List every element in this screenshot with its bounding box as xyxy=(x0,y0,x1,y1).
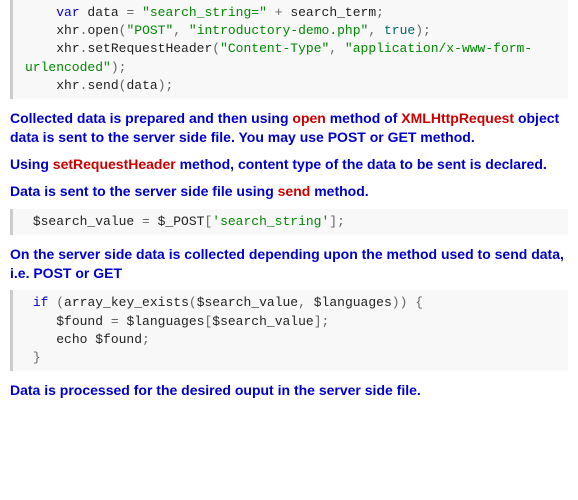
code-block-2: $search_value = $_POST['search_string']; xyxy=(10,209,568,235)
explain-para-2: Using setRequestHeader method, content t… xyxy=(10,155,568,174)
explain-para-1: Collected data is prepared and then usin… xyxy=(10,109,568,147)
code-block-1: var data = "search_string=" + search_ter… xyxy=(10,0,568,99)
code-line: xhr.setRequestHeader("Content-Type", "ap… xyxy=(25,41,532,74)
code-line: $found = $languages[$search_value]; xyxy=(25,314,329,329)
code-line: xhr.send(data); xyxy=(25,78,173,93)
code-line: if (array_key_exists($search_value, $lan… xyxy=(25,295,423,310)
code-block-3: if (array_key_exists($search_value, $lan… xyxy=(10,290,568,371)
code-line: var data = "search_string=" + search_ter… xyxy=(25,5,384,20)
code-line: xhr.open("POST", "introductory-demo.php"… xyxy=(25,23,431,38)
code-line: } xyxy=(25,350,41,365)
explain-para-4: On the server side data is collected dep… xyxy=(10,245,568,283)
code-line: $search_value = $_POST['search_string']; xyxy=(25,214,345,229)
explain-para-5: Data is processed for the desired ouput … xyxy=(10,381,568,400)
explain-para-3: Data is sent to the server side file usi… xyxy=(10,182,568,201)
code-line: echo $found; xyxy=(25,332,150,347)
